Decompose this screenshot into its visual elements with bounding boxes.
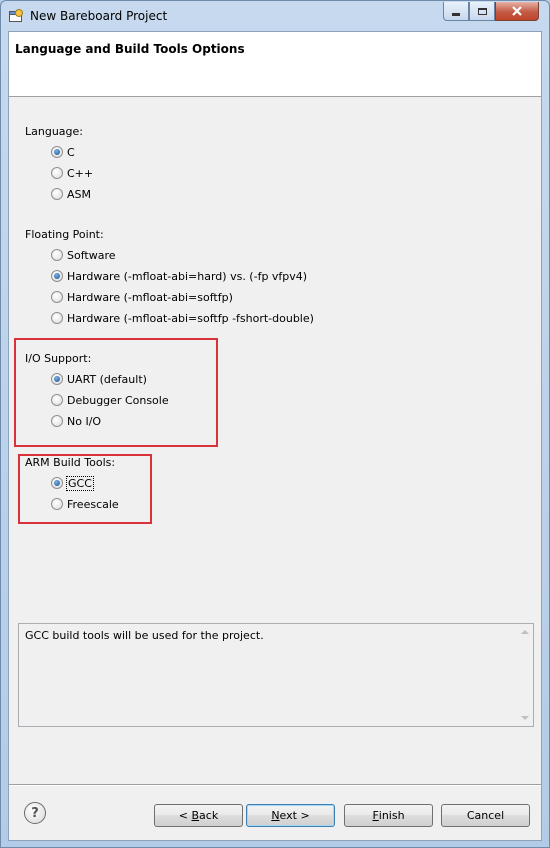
radio-label: Hardware (-mfloat-abi=softfp) xyxy=(67,290,233,304)
radio-io-none[interactable]: No I/O xyxy=(51,413,101,429)
minimize-icon xyxy=(452,12,460,16)
radio-language-cpp[interactable]: C++ xyxy=(51,165,93,181)
radio-button[interactable] xyxy=(51,249,63,261)
radio-fp-softfp[interactable]: Hardware (-mfloat-abi=softfp) xyxy=(51,289,233,305)
radio-button[interactable] xyxy=(51,498,63,510)
radio-button[interactable] xyxy=(51,146,63,158)
close-icon xyxy=(512,6,522,16)
radio-io-debugger-console[interactable]: Debugger Console xyxy=(51,392,169,408)
radio-tools-freescale[interactable]: Freescale xyxy=(51,496,119,512)
radio-label: Hardware (-mfloat-abi=hard) vs. (-fp vfp… xyxy=(67,269,308,283)
scroll-down-icon[interactable] xyxy=(521,716,529,720)
back-button-prefix: < xyxy=(178,809,192,822)
language-label: Language: xyxy=(25,125,83,138)
radio-label: No I/O xyxy=(67,414,102,428)
minimize-button[interactable] xyxy=(443,2,469,21)
radio-button[interactable] xyxy=(51,312,63,324)
scroll-up-icon[interactable] xyxy=(521,630,529,634)
window-title: New Bareboard Project xyxy=(30,9,168,23)
radio-label: Software xyxy=(67,248,116,262)
description-text: GCC build tools will be used for the pro… xyxy=(25,629,264,642)
radio-button[interactable] xyxy=(51,415,63,427)
radio-io-uart[interactable]: UART (default) xyxy=(51,371,147,387)
wizard-banner: Language and Build Tools Options xyxy=(9,32,541,97)
radio-label: UART (default) xyxy=(67,372,147,386)
back-button-mnemonic: B xyxy=(191,809,200,822)
radio-button[interactable] xyxy=(51,394,63,406)
radio-label: C xyxy=(67,145,75,159)
close-button[interactable] xyxy=(495,2,539,21)
radio-label: ASM xyxy=(67,187,91,201)
help-icon: ? xyxy=(31,805,39,821)
floating-point-label: Floating Point: xyxy=(25,228,104,241)
finish-button-rest: inish xyxy=(378,809,405,822)
finish-button[interactable]: Finish xyxy=(344,804,433,827)
dialog-window: New Bareboard Project Language and Build… xyxy=(0,0,550,848)
radio-button[interactable] xyxy=(51,270,63,282)
help-button[interactable]: ? xyxy=(24,802,46,824)
title-bar[interactable]: New Bareboard Project xyxy=(1,1,549,31)
radio-button[interactable] xyxy=(51,291,63,303)
radio-label: GCC xyxy=(66,475,94,491)
radio-button[interactable] xyxy=(51,373,63,385)
radio-fp-softfp-short-double[interactable]: Hardware (-mfloat-abi=softfp -fshort-dou… xyxy=(51,310,314,326)
radio-button[interactable] xyxy=(51,167,63,179)
next-button-rest: ext > xyxy=(279,809,310,822)
next-button[interactable]: Next > xyxy=(246,804,335,827)
footer-separator xyxy=(9,784,541,786)
radio-label: C++ xyxy=(67,166,94,180)
back-button[interactable]: < Back xyxy=(154,804,243,827)
radio-label: Debugger Console xyxy=(67,393,169,407)
maximize-button[interactable] xyxy=(469,2,495,21)
cancel-button[interactable]: Cancel xyxy=(441,804,530,827)
radio-language-c[interactable]: C xyxy=(51,144,75,160)
description-textarea[interactable]: GCC build tools will be used for the pro… xyxy=(18,623,534,727)
dialog-client-area: Language and Build Tools Options Languag… xyxy=(8,31,542,841)
eclipse-app-icon xyxy=(9,9,23,22)
next-button-mnemonic: N xyxy=(271,809,280,822)
cancel-button-label: Cancel xyxy=(466,809,505,822)
io-support-label: I/O Support: xyxy=(25,352,92,365)
vertical-scrollbar[interactable] xyxy=(518,624,533,726)
arm-build-tools-label: ARM Build Tools: xyxy=(25,456,116,469)
radio-tools-gcc[interactable]: GCC xyxy=(51,475,94,491)
page-title: Language and Build Tools Options xyxy=(15,42,245,56)
radio-fp-hard[interactable]: Hardware (-mfloat-abi=hard) vs. (-fp vfp… xyxy=(51,268,307,284)
radio-language-asm[interactable]: ASM xyxy=(51,186,91,202)
radio-label: Freescale xyxy=(67,497,119,511)
maximize-icon xyxy=(477,7,487,15)
radio-button[interactable] xyxy=(51,477,63,489)
radio-fp-software[interactable]: Software xyxy=(51,247,116,263)
back-button-rest: ack xyxy=(199,809,219,822)
radio-label: Hardware (-mfloat-abi=softfp -fshort-dou… xyxy=(67,311,314,325)
radio-button[interactable] xyxy=(51,188,63,200)
